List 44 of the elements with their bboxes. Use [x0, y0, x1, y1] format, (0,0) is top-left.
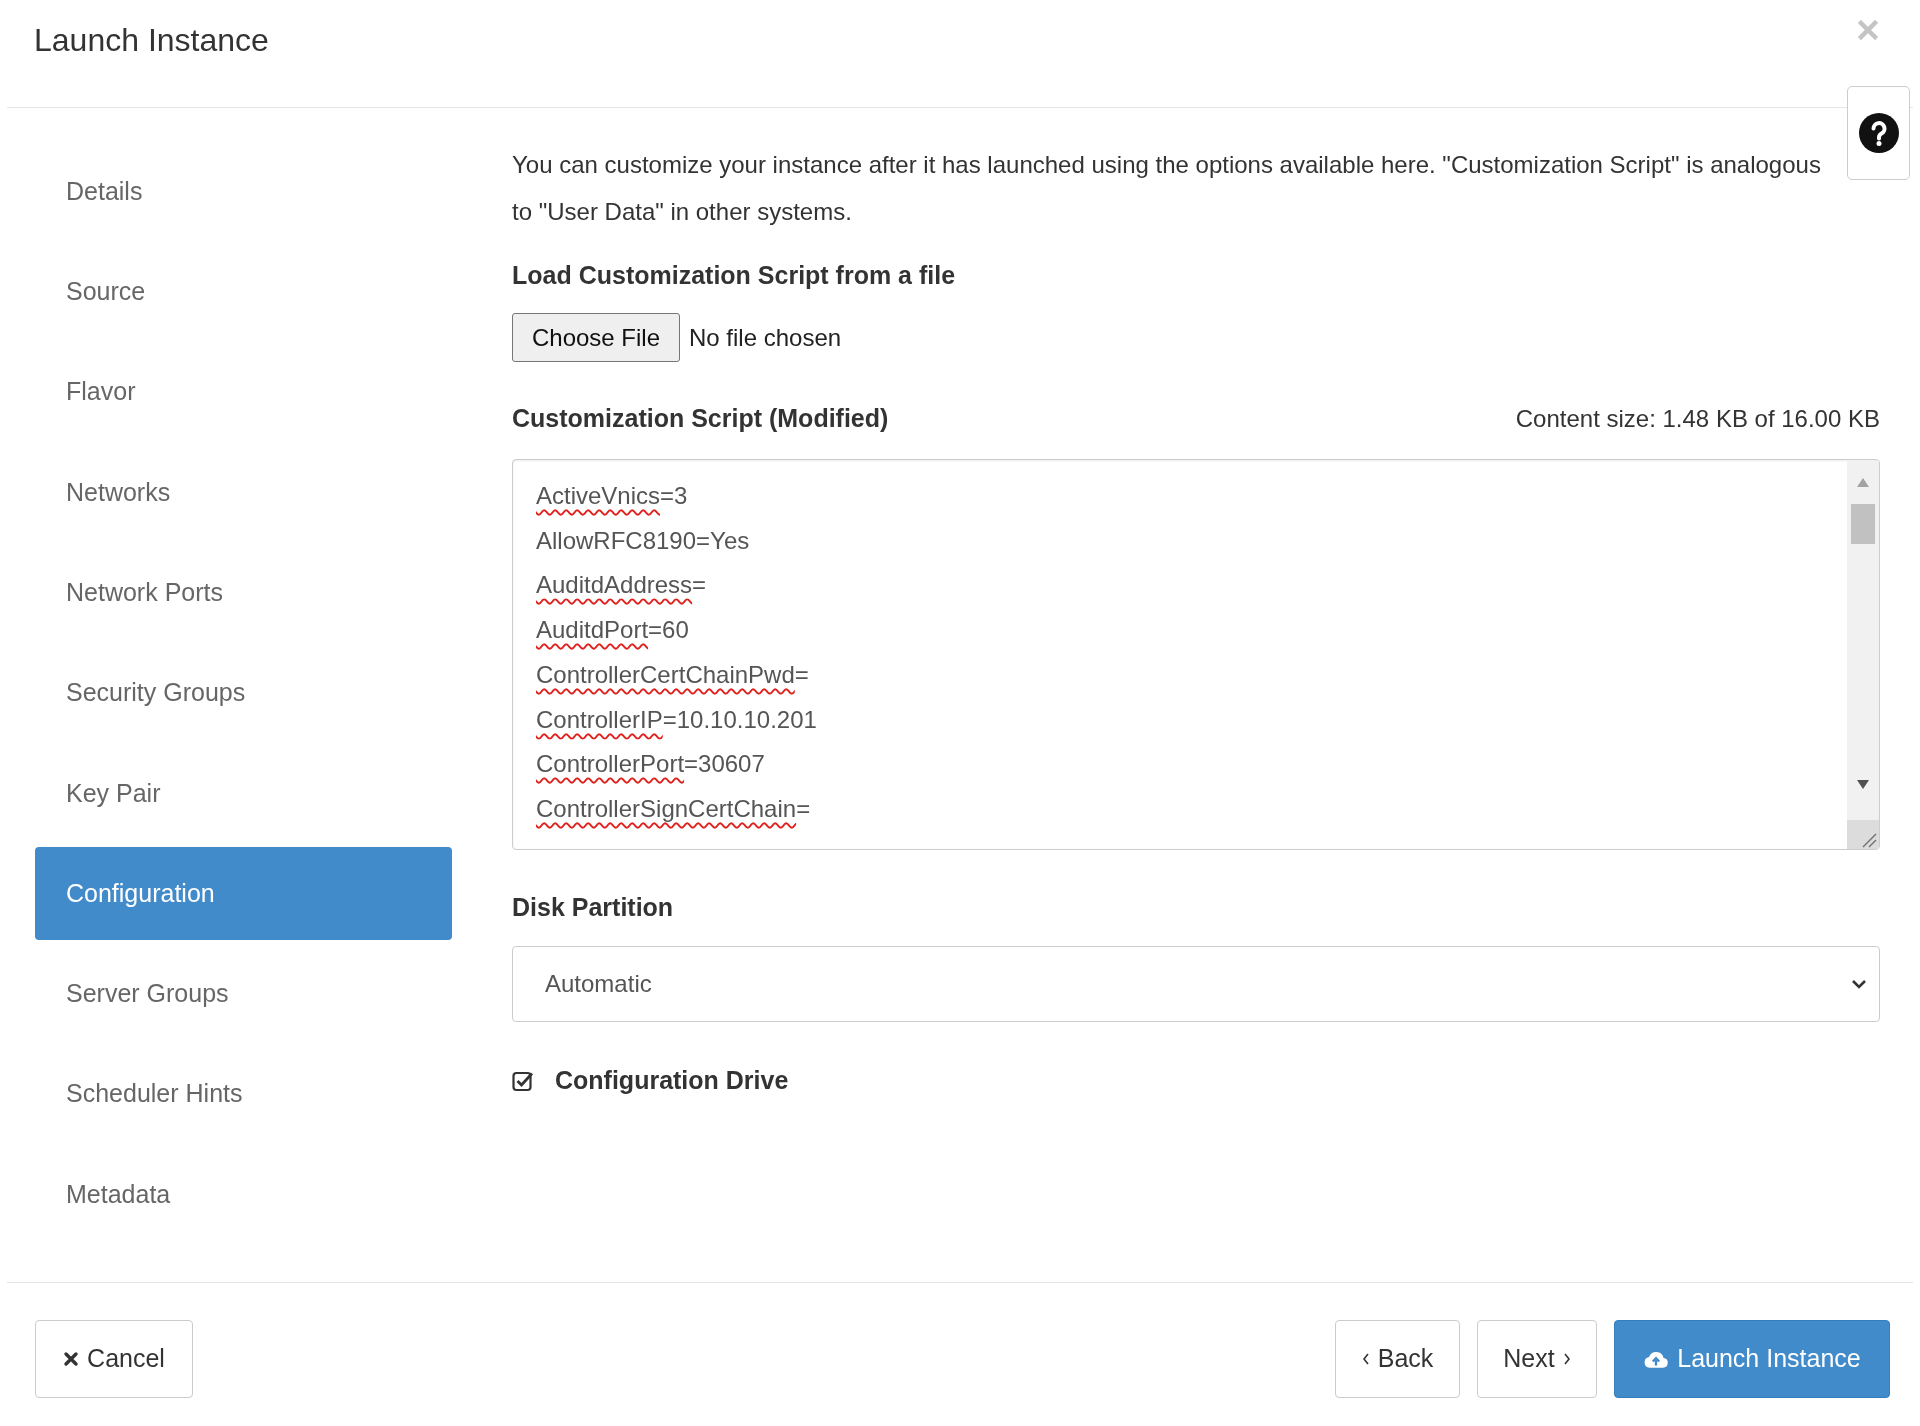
close-icon	[63, 1351, 80, 1367]
scrollbar[interactable]	[1847, 460, 1879, 820]
script-line: AuditdPort=60	[536, 615, 690, 646]
sidebar-tab[interactable]: Metadata	[35, 1147, 452, 1241]
sidebar-tab[interactable]: Key Pair	[35, 746, 452, 840]
description-text: You can customize your instance after it has launched using the options available here. "Customization Script" is analogous to "User Data" in other systems.	[512, 150, 1822, 227]
dialog-title: Launch Instance	[34, 21, 269, 60]
disk-partition-select[interactable]: Automatic	[512, 946, 1880, 1022]
sidebar-tab[interactable]: Details	[35, 145, 452, 238]
script-line: ControllerSignCertChain=	[536, 793, 812, 824]
content-size-text: Content size: 1.48 KB of 16.00 KB	[1515, 404, 1880, 434]
help-button[interactable]	[1847, 86, 1910, 180]
sidebar-tab[interactable]: Security Groups	[35, 646, 452, 740]
cancel-button[interactable]: Cancel	[35, 1320, 193, 1398]
sidebar-tab[interactable]: Flavor	[35, 345, 452, 439]
launch-instance-button[interactable]: Launch Instance	[1614, 1320, 1890, 1398]
chevron-down-icon	[1851, 979, 1867, 989]
sidebar-tab[interactable]: Network Ports	[35, 546, 452, 640]
script-textarea[interactable]: ActiveVnics=3 AllowRFC8190=Yes AuditdAddress= AuditdPort=60 ControllerCertChainPwd= ControllerIP=10.10.10.201 ControllerPort=30607 ControllerSignCertChain=	[512, 459, 1880, 850]
field-label: Disk Partition	[512, 892, 675, 923]
sidebar-tab[interactable]: Source	[35, 245, 452, 339]
next-button[interactable]: Next	[1477, 1320, 1597, 1398]
script-line: ActiveVnics=3	[536, 481, 689, 511]
script-line: AllowRFC8190=Yes	[536, 525, 751, 556]
field-label: Load Customization Script from a file	[512, 260, 957, 291]
script-line: ControllerIP=10.10.10.201	[536, 704, 818, 735]
file-status-text: No file chosen	[689, 322, 842, 353]
field-label: Customization Script (Modified)	[512, 403, 889, 435]
checkbox-label: Configuration Drive	[555, 1065, 789, 1097]
choose-file-button[interactable]: Choose File	[512, 313, 680, 362]
chevron-left-icon	[1361, 1352, 1370, 1366]
script-line: ControllerCertChainPwd=	[536, 659, 810, 690]
sidebar-tab[interactable]: Scheduler Hints	[35, 1047, 452, 1141]
sidebar-tab[interactable]: Server Groups	[35, 947, 452, 1041]
script-line: AuditdAddress=	[536, 570, 708, 601]
resize-grip-icon[interactable]	[1847, 820, 1879, 849]
help-icon	[1858, 113, 1899, 153]
script-line: ControllerPort=30607	[536, 749, 766, 780]
checkbox[interactable]	[512, 1070, 534, 1092]
sidebar-tab[interactable]: Configuration	[35, 847, 452, 941]
close-icon[interactable]	[1857, 19, 1879, 41]
back-button[interactable]: Back	[1335, 1320, 1460, 1398]
sidebar-tab[interactable]: Networks	[35, 445, 452, 539]
chevron-right-icon	[1562, 1352, 1571, 1366]
